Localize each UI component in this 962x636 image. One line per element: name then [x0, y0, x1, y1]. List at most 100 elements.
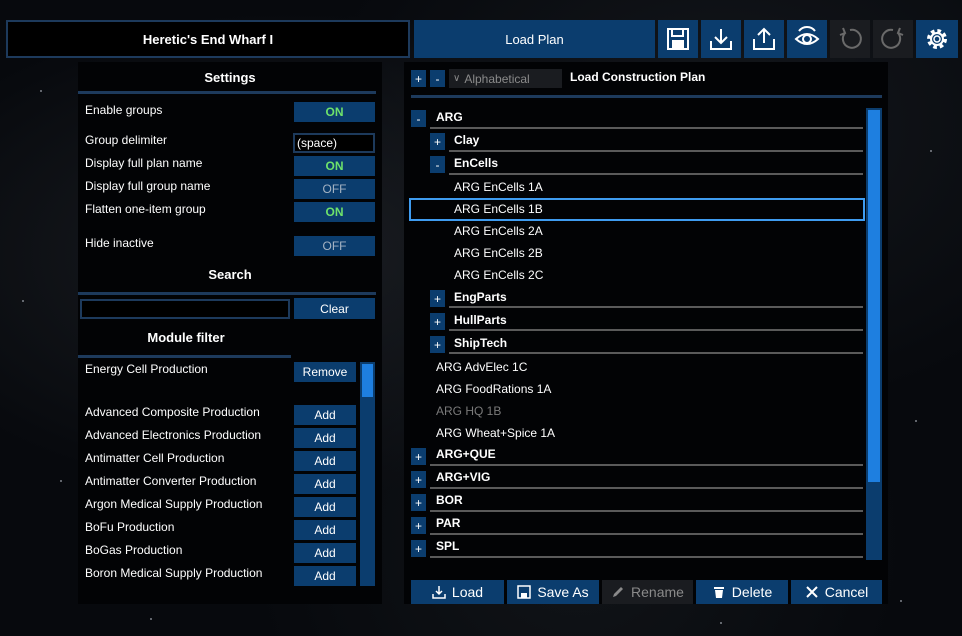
add-module-button[interactable]: Add: [294, 451, 356, 471]
cancel-button[interactable]: Cancel: [791, 580, 882, 604]
group-underline: [430, 487, 863, 489]
group-clay[interactable]: Clay: [454, 133, 479, 147]
share-icon: [753, 27, 775, 50]
flatten-one-item-group-toggle[interactable]: ON: [294, 202, 375, 222]
arg-que-toggle[interactable]: +: [411, 448, 426, 465]
display-full-group-name-toggle[interactable]: OFF: [294, 179, 375, 199]
hullparts-toggle[interactable]: +: [430, 313, 445, 330]
group-underline: [430, 510, 863, 512]
collapse-all-button[interactable]: -: [430, 70, 445, 87]
plan-item-selected[interactable]: ARG EnCells 1B: [454, 202, 543, 216]
bor-toggle[interactable]: +: [411, 494, 426, 511]
plan-item[interactable]: ARG EnCells 2A: [454, 224, 543, 238]
star: [60, 480, 62, 482]
star: [915, 420, 917, 422]
active-module-filter: Energy Cell Production: [85, 362, 208, 376]
plan-item[interactable]: ARG EnCells 2B: [454, 246, 543, 260]
encells-toggle[interactable]: -: [430, 156, 445, 173]
shiptech-toggle[interactable]: +: [430, 336, 445, 353]
trash-icon: [713, 587, 724, 598]
star: [40, 90, 42, 92]
expand-all-button[interactable]: +: [411, 70, 426, 87]
display-full-plan-name-toggle[interactable]: ON: [294, 156, 375, 176]
hide-inactive-toggle[interactable]: OFF: [294, 236, 375, 256]
save-as-button[interactable]: Save As: [507, 580, 599, 604]
group-engparts[interactable]: EngParts: [454, 290, 507, 304]
add-module-button[interactable]: Add: [294, 497, 356, 517]
module-item: Antimatter Cell Production: [85, 451, 225, 465]
search-title: Search: [208, 267, 252, 282]
display-full-plan-name-label: Display full plan name: [85, 156, 203, 170]
load-label: Load: [451, 584, 484, 600]
arg-toggle[interactable]: -: [411, 110, 426, 127]
star: [720, 622, 722, 624]
save-icon: [517, 585, 532, 599]
star: [900, 600, 902, 602]
module-item: BoGas Production: [85, 543, 183, 557]
group-underline: [430, 533, 863, 535]
load-button[interactable]: Load: [411, 580, 504, 604]
group-bor[interactable]: BOR: [436, 493, 463, 507]
remove-filter-button[interactable]: Remove: [294, 362, 356, 382]
clay-toggle[interactable]: +: [430, 133, 445, 150]
eye-icon: [794, 26, 820, 45]
enable-groups-label: Enable groups: [85, 103, 163, 117]
plan-item-inactive[interactable]: ARG HQ 1B: [436, 404, 501, 418]
clear-search-button[interactable]: Clear: [294, 298, 375, 319]
plan-item[interactable]: ARG EnCells 2C: [454, 268, 543, 282]
add-module-button[interactable]: Add: [294, 428, 356, 448]
arg-vig-toggle[interactable]: +: [411, 471, 426, 488]
save-button[interactable]: [658, 20, 698, 58]
par-toggle[interactable]: +: [411, 517, 426, 534]
plan-list-scrollbar-thumb[interactable]: [868, 110, 880, 482]
enable-groups-toggle[interactable]: ON: [294, 102, 375, 122]
add-module-button[interactable]: Add: [294, 520, 356, 540]
settings-title: Settings: [204, 70, 256, 85]
plan-item[interactable]: ARG Wheat+Spice 1A: [436, 426, 555, 440]
delete-button[interactable]: Delete: [696, 580, 788, 604]
load-plan-tab[interactable]: Load Plan: [414, 20, 655, 58]
hide-inactive-label: Hide inactive: [85, 236, 154, 250]
plan-item[interactable]: ARG AdvElec 1C: [436, 360, 527, 374]
download-icon: [710, 29, 732, 50]
gear-icon: [927, 29, 947, 49]
add-module-button[interactable]: Add: [294, 543, 356, 563]
add-module-button[interactable]: Add: [294, 566, 356, 586]
divider: [78, 91, 376, 94]
delete-label: Delete: [731, 584, 773, 600]
star: [150, 618, 152, 620]
group-shiptech[interactable]: ShipTech: [454, 336, 507, 350]
module-item: Advanced Composite Production: [85, 405, 260, 419]
share-button[interactable]: [744, 20, 784, 58]
group-arg[interactable]: ARG: [436, 110, 463, 124]
group-hullparts[interactable]: HullParts: [454, 313, 507, 327]
group-arg-que[interactable]: ARG+QUE: [436, 447, 496, 461]
module-item: BoFu Production: [85, 520, 175, 534]
add-module-button[interactable]: Add: [294, 474, 356, 494]
settings-button[interactable]: [916, 20, 958, 58]
plan-item[interactable]: ARG FoodRations 1A: [436, 382, 551, 396]
sort-dropdown[interactable]: ∨ Alphabetical: [449, 69, 562, 88]
download-button[interactable]: [701, 20, 741, 58]
undo-button[interactable]: [830, 20, 870, 58]
group-delimiter-label: Group delimiter: [85, 133, 168, 147]
group-underline: [430, 127, 863, 129]
redo-button[interactable]: [873, 20, 913, 58]
search-input[interactable]: [80, 299, 290, 319]
group-par[interactable]: PAR: [436, 516, 460, 530]
group-spl[interactable]: SPL: [436, 539, 459, 553]
group-delimiter-input[interactable]: (space): [293, 133, 375, 153]
preview-button[interactable]: [787, 20, 827, 58]
group-encells[interactable]: EnCells: [454, 156, 498, 170]
module-scrollbar-thumb[interactable]: [362, 364, 373, 397]
engparts-toggle[interactable]: +: [430, 290, 445, 307]
station-title: Heretic's End Wharf I: [6, 20, 410, 58]
save-as-label: Save As: [537, 584, 589, 600]
divider: [78, 292, 376, 295]
group-arg-vig[interactable]: ARG+VIG: [436, 470, 490, 484]
rename-button[interactable]: Rename: [602, 580, 693, 604]
spl-toggle[interactable]: +: [411, 540, 426, 557]
plan-item[interactable]: ARG EnCells 1A: [454, 180, 543, 194]
add-module-button[interactable]: Add: [294, 405, 356, 425]
module-item: Argon Medical Supply Production: [85, 497, 263, 511]
